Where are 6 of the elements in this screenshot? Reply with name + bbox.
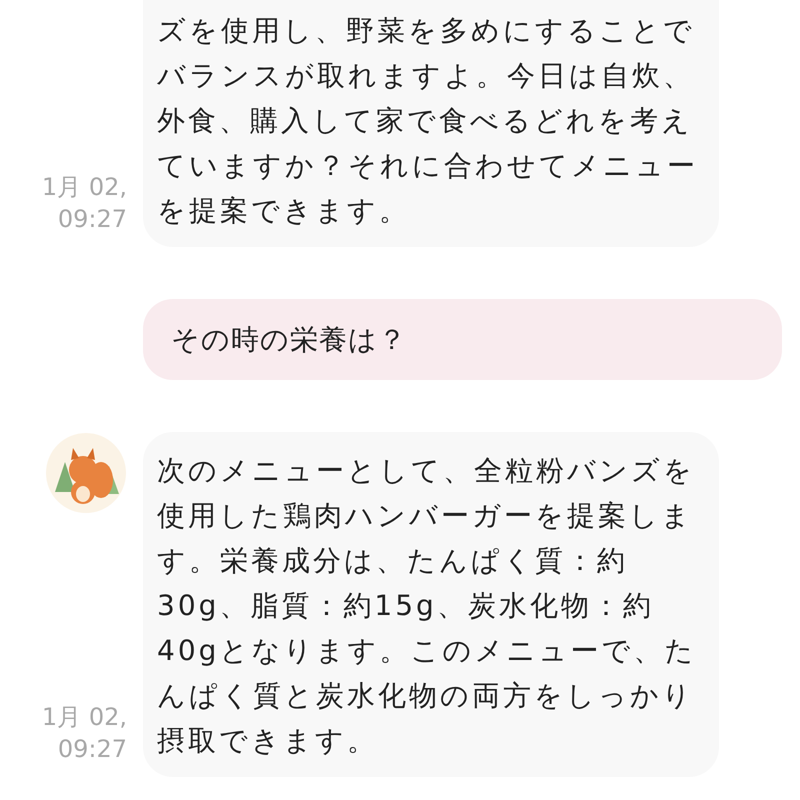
chat-bubble: その時の栄養は？ (143, 299, 782, 380)
avatar-icon[interactable] (45, 432, 127, 514)
timestamp: 1月 02, 09:27 (42, 172, 127, 235)
chat-bubble: 次のメニューとして、全粒粉バンズを使用した鶏肉ハンバーガーを提案します。栄養成分は、たんぱく質：約30g、脂質：約15g、炭水化物：約40gとなります。このメニューで、たんぱく質と炭水化物の両方をしっかり摂取できます。 (143, 432, 719, 777)
chat-bubble: ズを使用し、野菜を多めにすることでバランスが取れますよ。今日は自炊、外食、購入して家で食べるどれを考えていますか？それに合わせてメニューを提案できます。 (143, 0, 719, 247)
timestamp: 1月 02, 09:27 (42, 702, 127, 765)
